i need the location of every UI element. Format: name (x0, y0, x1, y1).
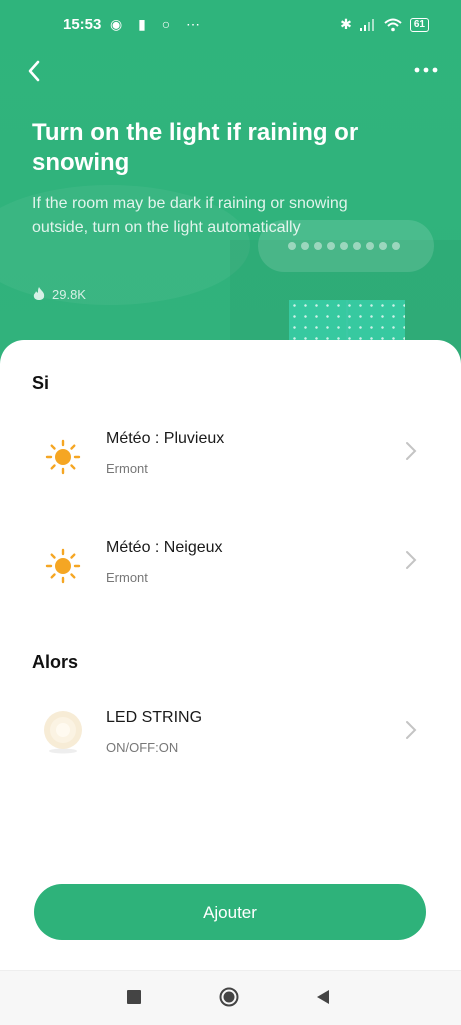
bluetooth-icon: ✱ (340, 16, 352, 32)
flame-icon (33, 287, 45, 300)
decorative-dots (288, 242, 400, 250)
if-section-title: Si (32, 373, 50, 393)
status-time: 15:53 (63, 16, 102, 33)
scene-description: If the room may be dark if raining or sn… (32, 195, 348, 236)
condition-name: Météo : Neigeux (106, 539, 223, 556)
back-triangle-button[interactable] (314, 988, 332, 1006)
battery-indicator: 61 (409, 17, 429, 32)
action-state: ON/OFF:ON (106, 740, 179, 755)
more-options-button[interactable] (411, 60, 441, 80)
scene-detail-sheet: Si Météo : Pluvieux Ermont Météo: Neige… (0, 340, 461, 970)
condition-location: Ermont (106, 570, 148, 585)
then-section-title: Alors (32, 652, 79, 672)
popularity-value: 29.8K (52, 286, 86, 302)
home-button[interactable] (219, 987, 239, 1007)
sun-icon (45, 439, 81, 475)
system-navigation-bar (0, 970, 461, 1025)
back-button[interactable] (22, 56, 48, 86)
condition-row[interactable]: Météo : Neigeux Ermont (0, 533, 461, 613)
chevron-right-icon (406, 442, 417, 460)
signal-icon (359, 18, 374, 31)
popularity-count: 29.8K (32, 286, 86, 302)
sun-icon (45, 548, 81, 584)
chevron-right-icon (406, 721, 417, 739)
chevron-right-icon (406, 551, 417, 569)
hero-banner: 15:53 ◉ ▮ ○ ⋯ ✱ 61 Turn on the light if … (0, 0, 461, 360)
action-device-name: LED STRING (106, 709, 203, 726)
status-bar: 15:53 ◉ ▮ ○ ⋯ ✱ 61 (0, 0, 461, 50)
notification-icons: ◉ ▮ ○ ⋯ (110, 16, 207, 32)
recent-apps-button[interactable] (127, 990, 141, 1004)
condition-location: Ermont (106, 461, 148, 476)
more-dots-icon (414, 67, 438, 73)
scene-title: Turn on the light if raining or snowing (32, 119, 359, 176)
led-lamp-icon (44, 711, 82, 754)
wifi-icon (384, 18, 402, 31)
condition-row[interactable]: Météo : Pluvieux Ermont (0, 424, 461, 504)
status-right: ✱ 61 (340, 16, 429, 33)
add-button[interactable]: Ajouter (34, 884, 426, 940)
chevron-left-icon (28, 60, 40, 82)
condition-name: Météo : Pluvieux (106, 430, 225, 447)
action-row[interactable]: LED STRING ON/OFF:ON (0, 703, 461, 783)
